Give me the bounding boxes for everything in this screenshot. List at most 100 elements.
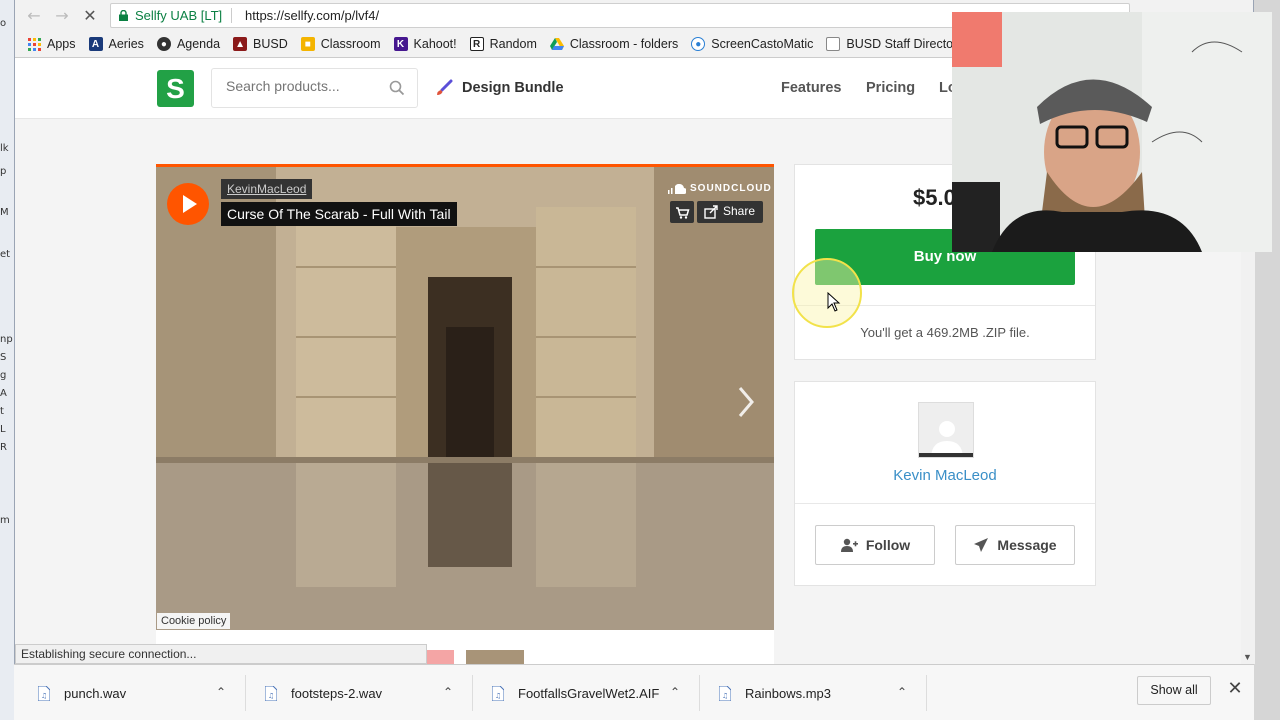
nav-pricing[interactable]: Pricing <box>866 80 915 96</box>
address-divider <box>231 8 232 23</box>
bookmark-label: Aeries <box>108 37 144 51</box>
lock-icon <box>119 10 128 21</box>
chevron-up-icon[interactable]: ⌃ <box>443 685 453 699</box>
desktop-background: o lk p M et np S g A t L R m <box>0 0 14 720</box>
bookmark-label: BUSD Staff Directory <box>846 37 964 51</box>
share-label: Share <box>723 204 756 218</box>
webcam-video <box>952 12 1272 252</box>
search-icon[interactable] <box>389 80 405 96</box>
message-button[interactable]: Message <box>955 525 1075 565</box>
download-item[interactable]: ♫ footsteps-2.wav ⌃ <box>265 677 465 709</box>
screencast-icon: ● <box>691 37 706 51</box>
soundcloud-cloud-icon <box>668 183 686 194</box>
forward-icon[interactable]: → <box>51 5 73 27</box>
bookmark-kahoot[interactable]: K Kahoot! <box>393 37 457 51</box>
buy-track-button[interactable] <box>670 201 694 223</box>
follow-label: Follow <box>865 537 911 553</box>
add-user-icon <box>840 538 858 552</box>
page-icon <box>826 37 841 51</box>
svg-text:♫: ♫ <box>722 692 728 700</box>
bookmark-label: Agenda <box>176 37 221 51</box>
next-track-arrow-icon[interactable] <box>736 385 756 419</box>
seller-card: Kevin MacLeod Follow Message <box>794 381 1096 586</box>
divider <box>245 675 246 711</box>
play-button[interactable] <box>167 183 209 225</box>
bookmark-busd[interactable]: ▲ BUSD <box>233 37 288 51</box>
apps-grid-icon <box>27 37 41 51</box>
download-item[interactable]: ♫ Rainbows.mp3 ⌃ <box>719 677 919 709</box>
artist-link[interactable]: KevinMacLeod <box>221 179 313 199</box>
divider <box>699 675 700 711</box>
bookmark-label: Apps <box>47 37 76 51</box>
bookmark-aeries[interactable]: A Aeries <box>88 37 144 51</box>
cookie-policy-link[interactable]: Cookie policy <box>157 613 231 629</box>
soundcloud-player[interactable]: KevinMacLeod Curse Of The Scarab - Full … <box>156 164 774 630</box>
desktop-label: S <box>0 352 7 363</box>
thumbnail[interactable] <box>466 650 524 664</box>
scroll-down-icon[interactable]: ▼ <box>1243 652 1252 662</box>
divider <box>472 675 473 711</box>
bookmark-apps[interactable]: Apps <box>27 37 76 51</box>
follow-button[interactable]: Follow <box>815 525 935 565</box>
desktop-label: m <box>0 515 10 526</box>
bookmark-random[interactable]: R Random <box>469 37 537 51</box>
kahoot-icon: K <box>393 37 408 51</box>
download-filename: punch.wav <box>64 685 127 701</box>
download-item[interactable]: ♫ FootfallsGravelWet2.AIF ⌃ <box>492 677 692 709</box>
temple-artwork <box>156 167 774 630</box>
desktop-label: L <box>0 424 6 435</box>
bookmark-classroom-folders[interactable]: Classroom - folders <box>549 37 679 51</box>
chevron-up-icon[interactable]: ⌃ <box>670 685 680 699</box>
audio-file-icon: ♫ <box>265 685 277 701</box>
send-icon <box>974 538 989 552</box>
user-silhouette-icon <box>919 421 973 457</box>
nav-features[interactable]: Features <box>781 80 841 96</box>
desktop-label: lk <box>0 143 9 154</box>
chevron-up-icon[interactable]: ⌃ <box>897 685 907 699</box>
svg-text:♫: ♫ <box>495 692 501 700</box>
search-input[interactable] <box>226 78 376 94</box>
bookmark-busd-staff-directory[interactable]: BUSD Staff Directory <box>826 37 964 51</box>
bookmark-label: Kahoot! <box>413 37 457 51</box>
sellfy-logo[interactable]: S <box>157 70 194 107</box>
desktop-label: et <box>0 249 11 260</box>
product-search[interactable] <box>211 68 418 108</box>
agenda-icon: ● <box>156 37 171 51</box>
bookmark-classroom[interactable]: ■ Classroom <box>300 37 381 51</box>
close-icon[interactable]: ✕ <box>1225 679 1245 699</box>
drive-icon <box>549 37 564 51</box>
bookmark-screencastomatic[interactable]: ● ScreenCastoMatic <box>691 37 813 51</box>
audio-file-icon: ♫ <box>719 685 731 701</box>
track-title[interactable]: Curse Of The Scarab - Full With Tail <box>221 202 457 226</box>
thumbnail[interactable] <box>426 650 454 664</box>
design-bundle-link[interactable]: Design Bundle <box>435 79 564 97</box>
back-icon[interactable]: ← <box>23 5 45 27</box>
show-all-downloads-button[interactable]: Show all <box>1137 676 1211 705</box>
bookmark-label: Classroom - folders <box>569 37 679 51</box>
download-shelf: ♫ punch.wav ⌃ ♫ footsteps-2.wav ⌃ ♫ Foot… <box>14 664 1254 720</box>
chevron-up-icon[interactable]: ⌃ <box>216 685 226 699</box>
desktop-label: g <box>0 370 7 381</box>
audio-file-icon: ♫ <box>38 685 50 701</box>
url-text[interactable]: https://sellfy.com/p/lvf4/ <box>245 8 379 23</box>
stop-loading-icon[interactable]: ✕ <box>79 5 101 27</box>
download-item[interactable]: ♫ punch.wav ⌃ <box>38 677 238 709</box>
seller-avatar[interactable] <box>918 402 974 458</box>
bookmark-agenda[interactable]: ● Agenda <box>156 37 221 51</box>
svg-text:♫: ♫ <box>268 692 274 700</box>
product-price: $5.0 <box>913 185 956 210</box>
seller-name-link[interactable]: Kevin MacLeod <box>795 467 1095 484</box>
paintbrush-icon <box>437 79 453 95</box>
desktop-label: p <box>0 166 7 177</box>
share-icon <box>704 205 718 219</box>
download-filename: Rainbows.mp3 <box>745 685 831 701</box>
svg-text:♫: ♫ <box>41 692 47 700</box>
classroom-icon: ■ <box>300 37 315 51</box>
divider <box>795 503 1095 504</box>
site-identity: Sellfy UAB [LT] <box>135 8 223 23</box>
soundcloud-logo[interactable]: SOUNDCLOUD <box>666 183 772 194</box>
desktop-label: M <box>0 207 9 218</box>
desktop-label: np <box>0 334 13 345</box>
design-bundle-label: Design Bundle <box>462 80 564 96</box>
share-button[interactable]: Share <box>697 201 764 223</box>
